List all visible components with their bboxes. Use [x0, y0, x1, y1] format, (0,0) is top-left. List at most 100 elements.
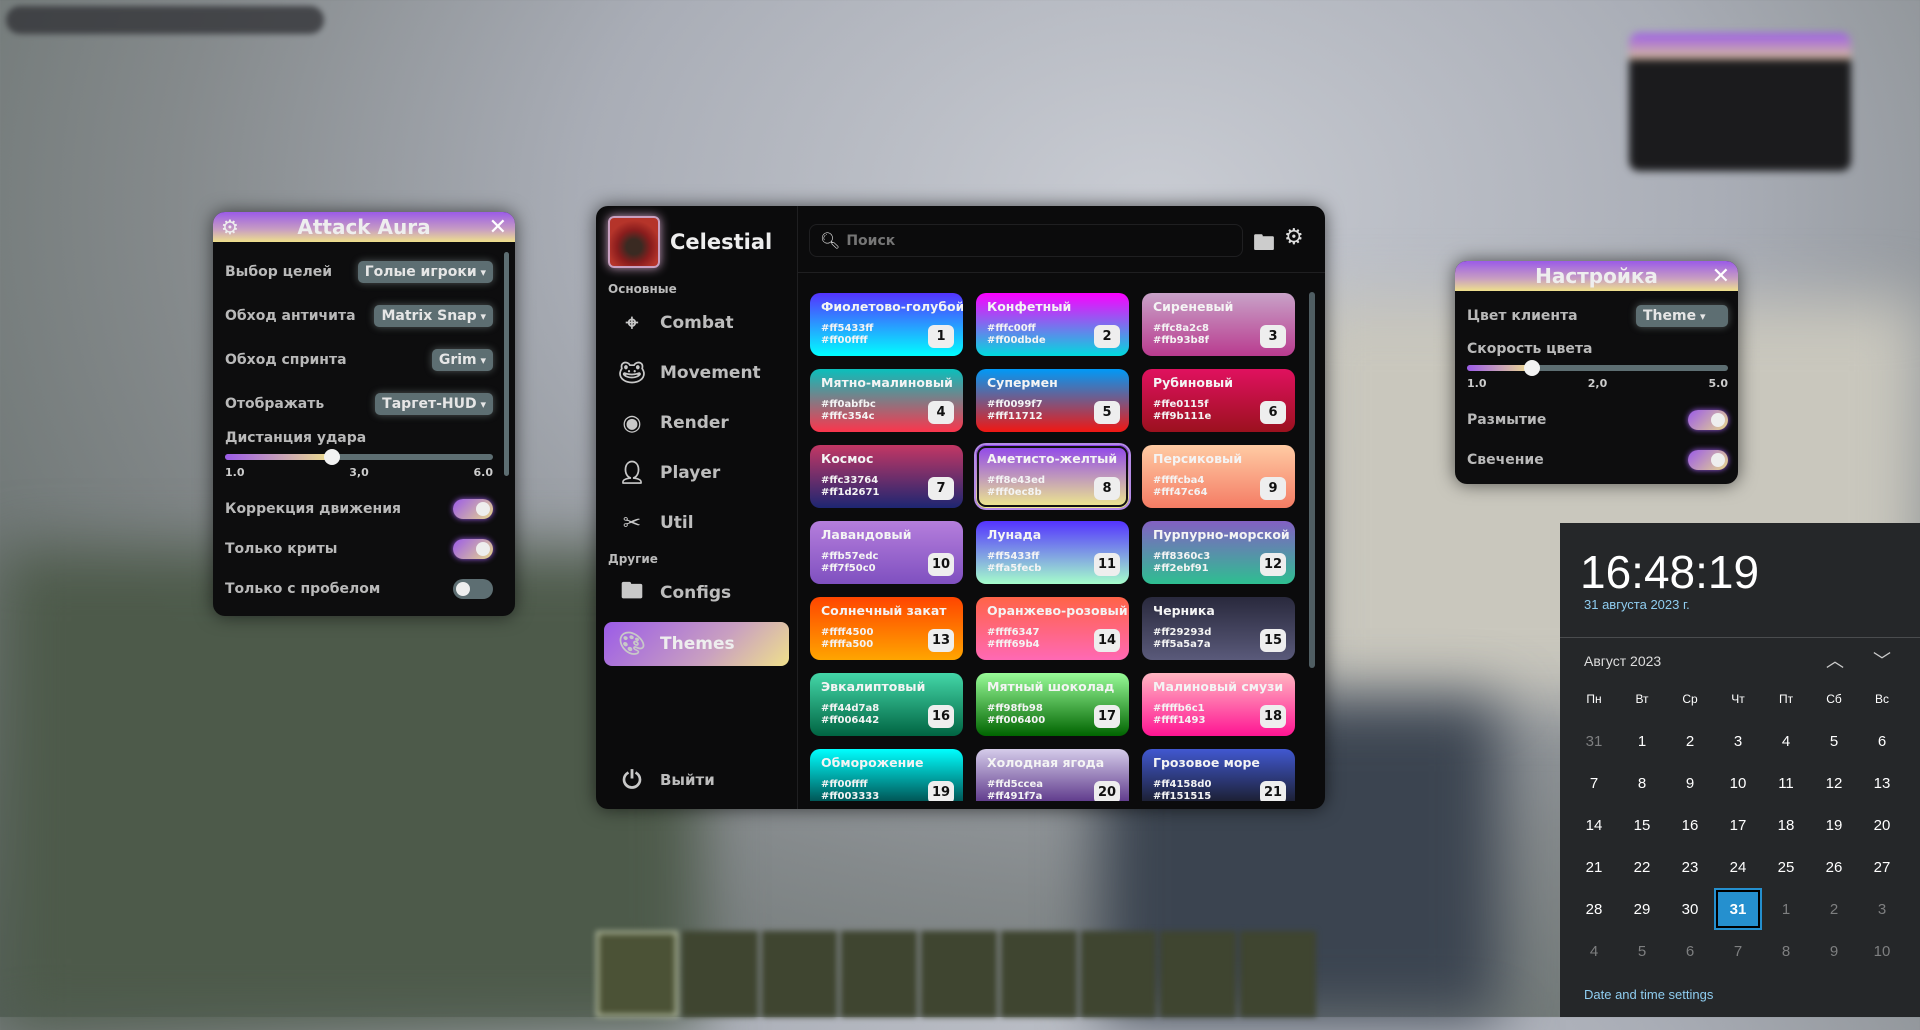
- calendar-day[interactable]: 28: [1570, 888, 1618, 930]
- theme-card[interactable]: Черника #ff29293d #ff5a5a7a 15: [1142, 597, 1295, 660]
- clock-date[interactable]: 31 августа 2023 г.: [1584, 597, 1690, 612]
- calendar-day[interactable]: 9: [1810, 930, 1858, 972]
- calendar-day[interactable]: 18: [1762, 804, 1810, 846]
- search-bar[interactable]: 🔍︎: [809, 224, 1243, 257]
- theme-number-badge: 2: [1094, 325, 1120, 348]
- theme-card[interactable]: Пурпурно-морской #ff8360c3 #ff2ebf91 12: [1142, 521, 1295, 584]
- theme-card[interactable]: Аметисто-желтый #ff8e43ed #fff0ec8b 8: [976, 445, 1129, 508]
- dropdown-select[interactable]: Grim: [431, 349, 493, 371]
- date-time-settings-link[interactable]: Date and time settings: [1584, 987, 1713, 1002]
- client-color-dropdown[interactable]: Theme: [1636, 305, 1728, 327]
- theme-card[interactable]: Конфетный #fffc00ff #ff00dbde 2: [976, 293, 1129, 356]
- theme-card[interactable]: Лавандовый #ffb57edc #ff7f50c0 10: [810, 521, 963, 584]
- calendar-day[interactable]: 22: [1618, 846, 1666, 888]
- calendar-day[interactable]: 3: [1858, 888, 1906, 930]
- month-label[interactable]: Август 2023: [1584, 653, 1661, 669]
- calendar-day[interactable]: 26: [1810, 846, 1858, 888]
- calendar-day[interactable]: 6: [1858, 720, 1906, 762]
- calendar-day[interactable]: 23: [1666, 846, 1714, 888]
- calendar-day[interactable]: 17: [1714, 804, 1762, 846]
- toggle-switch[interactable]: [1688, 450, 1728, 470]
- toggle-switch[interactable]: [453, 499, 493, 519]
- calendar-day[interactable]: 12: [1810, 762, 1858, 804]
- calendar-day[interactable]: 8: [1618, 762, 1666, 804]
- calendar-day[interactable]: 2: [1810, 888, 1858, 930]
- toggle-row: Размытие: [1467, 400, 1728, 440]
- calendar-day[interactable]: 11: [1762, 762, 1810, 804]
- themes-scrollbar[interactable]: [1309, 292, 1315, 668]
- calendar-day[interactable]: 2: [1666, 720, 1714, 762]
- calendar-day[interactable]: 21: [1570, 846, 1618, 888]
- theme-number-badge: 3: [1260, 325, 1286, 348]
- chevron-up-icon[interactable]: ︿: [1826, 647, 1844, 673]
- gear-icon[interactable]: ⚙: [221, 215, 239, 239]
- calendar-day[interactable]: 13: [1858, 762, 1906, 804]
- theme-name: Эвкалиптовый: [821, 679, 926, 694]
- search-input[interactable]: [846, 232, 1043, 249]
- dropdown-select[interactable]: Таргет-HUD: [375, 393, 493, 415]
- distance-slider[interactable]: [225, 449, 493, 465]
- calendar-day[interactable]: 1: [1618, 720, 1666, 762]
- toggle-switch[interactable]: [1688, 410, 1728, 430]
- theme-card[interactable]: Супермен #ff0099f7 #fff11712 5: [976, 369, 1129, 432]
- calendar-day[interactable]: 7: [1714, 930, 1762, 972]
- theme-card[interactable]: Мятный шоколад #ff98fb98 #ff006400 17: [976, 673, 1129, 736]
- calendar-day[interactable]: 19: [1810, 804, 1858, 846]
- theme-name: Сиреневый: [1153, 299, 1234, 314]
- theme-card[interactable]: Сиреневый #ffc8a2c8 #ffb93b8f 3: [1142, 293, 1295, 356]
- calendar-day[interactable]: 31: [1570, 720, 1618, 762]
- theme-card[interactable]: Малиновый смузи #ffffb6c1 #ffff1493 18: [1142, 673, 1295, 736]
- theme-name: Персиковый: [1153, 451, 1243, 466]
- calendar-day[interactable]: 5: [1618, 930, 1666, 972]
- theme-card[interactable]: Рубиновый #ffe0115f #ff9b111e 6: [1142, 369, 1295, 432]
- dropdown-select[interactable]: Голые игроки: [357, 261, 493, 283]
- calendar-day[interactable]: 24: [1714, 846, 1762, 888]
- calendar-day[interactable]: 30: [1666, 888, 1714, 930]
- calendar-day[interactable]: 14: [1570, 804, 1618, 846]
- calendar-day[interactable]: 29: [1618, 888, 1666, 930]
- calendar-day[interactable]: 10: [1714, 762, 1762, 804]
- calendar-day[interactable]: 20: [1858, 804, 1906, 846]
- calendar-day[interactable]: 6: [1666, 930, 1714, 972]
- calendar-day[interactable]: 9: [1666, 762, 1714, 804]
- slider-knob[interactable]: [324, 449, 341, 465]
- main-panel: Celestial Основные ⌖ Combat 🐸︎ Movement ◉ Ren…: [596, 206, 1325, 809]
- theme-card[interactable]: Лунада #ff5433ff #ffa5fecb 11: [976, 521, 1129, 584]
- scrollbar[interactable]: [504, 252, 509, 476]
- folder-icon[interactable]: 🖿: [1253, 226, 1275, 264]
- calendar-day-today[interactable]: 31: [1714, 888, 1762, 930]
- calendar-day[interactable]: 16: [1666, 804, 1714, 846]
- chevron-down-icon[interactable]: ﹀: [1873, 647, 1891, 673]
- color-speed-slider[interactable]: [1467, 360, 1728, 376]
- calendar-day[interactable]: 15: [1618, 804, 1666, 846]
- calendar-day[interactable]: 1: [1762, 888, 1810, 930]
- theme-card[interactable]: Грозовое море #ff4158d0 #ff151515 21: [1142, 749, 1295, 801]
- toggle-switch[interactable]: [453, 539, 493, 559]
- theme-card[interactable]: Персиковый #ffffcba4 #fff47c64 9: [1142, 445, 1295, 508]
- theme-card[interactable]: Холодная ягода #ffd5ccea #ff491f7a 20: [976, 749, 1129, 801]
- theme-card[interactable]: Космос #ffc33764 #ff1d2671 7: [810, 445, 963, 508]
- theme-card[interactable]: Эвкалиптовый #ff44d7a8 #ff006442 16: [810, 673, 963, 736]
- calendar-day[interactable]: 4: [1570, 930, 1618, 972]
- calendar-day[interactable]: 5: [1810, 720, 1858, 762]
- calendar-day[interactable]: 7: [1570, 762, 1618, 804]
- calendar-day[interactable]: 3: [1714, 720, 1762, 762]
- slider-knob[interactable]: [1524, 360, 1541, 376]
- toggle-label: Только с пробелом: [225, 581, 381, 597]
- close-icon[interactable]: ✕: [489, 215, 507, 240]
- theme-card[interactable]: Оранжево-розовый #ffff6347 #ffff69b4 14: [976, 597, 1129, 660]
- settings-gear-icon[interactable]: ⚙: [1284, 225, 1304, 250]
- theme-card[interactable]: Солнечный закат #ffff4500 #ffffa500 13: [810, 597, 963, 660]
- calendar-day[interactable]: 4: [1762, 720, 1810, 762]
- theme-card[interactable]: Фиолетово-голубой #ff5433ff #ff00ffff 1: [810, 293, 963, 356]
- dropdown-select[interactable]: Matrix Snap: [374, 305, 493, 327]
- toggle-switch[interactable]: [453, 579, 493, 599]
- calendar-day[interactable]: 8: [1762, 930, 1810, 972]
- theme-card[interactable]: Обморожение #ff00ffff #ff003333 19: [810, 749, 963, 801]
- calendar-day[interactable]: 10: [1858, 930, 1906, 972]
- calendar-day[interactable]: 25: [1762, 846, 1810, 888]
- close-icon[interactable]: ✕: [1712, 264, 1730, 289]
- dropdown-label: Обход спринта: [225, 352, 347, 368]
- theme-card[interactable]: Мятно-малиновый #ff0abfbc #fffc354c 4: [810, 369, 963, 432]
- calendar-day[interactable]: 27: [1858, 846, 1906, 888]
